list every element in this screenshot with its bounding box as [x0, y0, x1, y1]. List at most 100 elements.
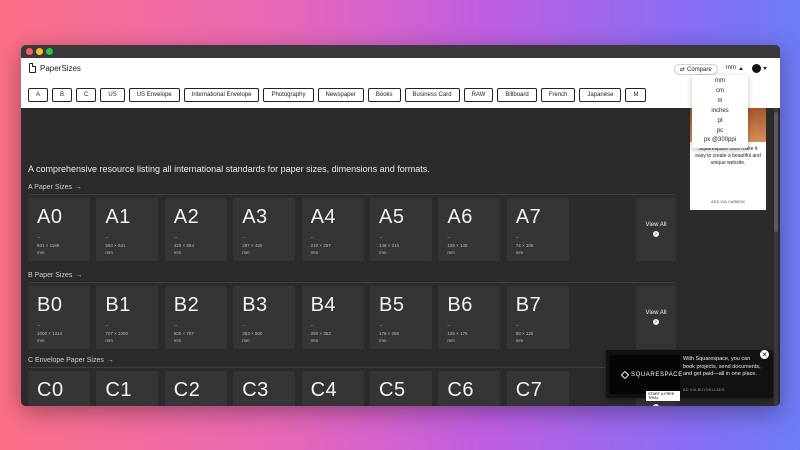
paper-size-card-c6[interactable]: C6--114 × 162mm: [438, 371, 501, 406]
tab-photography[interactable]: Photography: [263, 88, 314, 102]
tab-books[interactable]: Books: [367, 88, 401, 102]
view-all-label: View All: [645, 310, 667, 316]
paper-size-card-a4[interactable]: A4 -- 210 × 297 mm: [301, 198, 364, 261]
paper-size-card-b6[interactable]: B6 -- 125 × 176 mm: [438, 286, 501, 349]
tab-raw[interactable]: RAW: [463, 88, 494, 102]
card-dimensions: 250 × 353 mm: [311, 330, 331, 344]
section-divider: [28, 282, 676, 283]
paper-size-card-b1[interactable]: B1 -- 707 × 1000 mm: [96, 286, 159, 349]
tab-c[interactable]: C: [76, 88, 97, 102]
card-dims-value: 500 × 707: [173, 331, 194, 336]
paper-size-card-c0[interactable]: C0--917 × 1297mm: [28, 371, 90, 406]
tab-a[interactable]: A: [28, 88, 49, 102]
unit-option[interactable]: cm: [716, 87, 724, 96]
tab-international-envelope[interactable]: International Envelope: [183, 88, 260, 102]
minimize-window-button[interactable]: [36, 48, 43, 55]
paper-size-card-c1[interactable]: C1--648 × 917mm: [96, 371, 159, 406]
paper-size-card-b3[interactable]: B3 -- 353 × 500 mm: [233, 286, 296, 349]
card-dims-value: 105 × 148: [447, 243, 468, 248]
paper-size-card-c5[interactable]: C5--162 × 229mm: [370, 371, 432, 406]
card-dimensions: 841 × 1189 mm: [37, 242, 59, 256]
paper-size-card-a7[interactable]: A7 -- 74 × 105 mm: [506, 198, 569, 261]
card-dash: --: [447, 323, 451, 329]
section-title[interactable]: A Paper Sizes →: [28, 184, 82, 191]
paper-size-card-b2[interactable]: B2 -- 500 × 707 mm: [164, 286, 227, 349]
tab-us[interactable]: US: [100, 88, 125, 102]
paper-size-card-a2[interactable]: A2 -- 420 × 594 mm: [164, 198, 227, 261]
card-dash: --: [310, 323, 314, 329]
card-dims-value: 841 × 1189: [37, 243, 60, 248]
card-name: A1: [105, 206, 131, 228]
section-title-text: C Envelope Paper Sizes: [28, 357, 104, 364]
card-name: C5: [379, 379, 406, 401]
tab-newspaper[interactable]: Newspaper: [317, 88, 364, 102]
paper-size-card-a1[interactable]: A1 -- 594 × 841 mm: [96, 198, 159, 261]
ad-via-label[interactable]: ADS VIA CARBON: [690, 200, 766, 204]
section-title[interactable]: B Paper Sizes →: [28, 272, 82, 279]
card-name: A7: [515, 206, 542, 228]
unit-option[interactable]: mm: [715, 77, 725, 86]
site-logo[interactable]: PaperSizes: [29, 63, 81, 73]
card-dimensions: 88 × 125 mm: [516, 330, 534, 344]
tab-japanese[interactable]: Japanese: [579, 88, 622, 102]
card-dash: --: [37, 323, 41, 329]
unit-option[interactable]: px @300ppi: [704, 136, 736, 145]
paper-size-card-c4[interactable]: C4--229 × 324mm: [301, 371, 364, 406]
card-dims-value: 250 × 353: [310, 331, 331, 336]
view-all-button[interactable]: View All ›: [636, 286, 676, 349]
paper-size-card-b5[interactable]: B5 -- 176 × 250 mm: [370, 286, 432, 349]
card-name: B7: [515, 294, 542, 316]
ad-text: Squarespace tools make it easy to create…: [695, 146, 761, 166]
tab-m[interactable]: M: [625, 88, 647, 102]
paper-size-card-c7[interactable]: C7--81 × 114mm: [506, 371, 569, 406]
card-dims-unit: mm: [379, 338, 387, 343]
paper-size-card-b4[interactable]: B4 -- 250 × 353 mm: [301, 286, 364, 349]
unit-option[interactable]: pc: [717, 127, 723, 136]
chevron-right-icon: ›: [653, 404, 659, 406]
card-dimensions: 420 × 594 mm: [174, 242, 194, 256]
paper-size-card-a3[interactable]: A3 -- 297 × 420 mm: [233, 198, 296, 261]
card-name: B0: [37, 294, 63, 316]
card-dash: --: [515, 323, 520, 329]
paper-size-card-c2[interactable]: C2--458 × 648mm: [164, 371, 227, 406]
paper-size-card-a6[interactable]: A6 -- 105 × 148 mm: [438, 198, 501, 261]
unit-dropdown-menu: mm cm m inches pt pc px @300ppi: [692, 75, 748, 148]
ad-via-label[interactable]: AD VIA BUYSELLADS: [683, 388, 725, 392]
compare-button[interactable]: ⇄ Compare: [674, 64, 718, 75]
tab-business-card[interactable]: Business Card: [404, 88, 460, 102]
card-dash: --: [37, 235, 41, 241]
scrollbar-thumb[interactable]: [774, 112, 778, 232]
chevron-right-icon: ›: [653, 319, 659, 325]
unit-select[interactable]: mm: [726, 65, 743, 71]
card-dims-unit: mm: [447, 338, 455, 343]
paper-size-card-a5[interactable]: A5 -- 148 × 210 mm: [370, 198, 432, 261]
section-title[interactable]: C Envelope Paper Sizes →: [28, 357, 114, 364]
card-dims-unit: mm: [37, 338, 45, 343]
paper-size-card-a0[interactable]: A0 -- 841 × 1189 mm: [28, 198, 90, 261]
tab-french[interactable]: French: [540, 88, 576, 102]
card-dash: --: [173, 235, 178, 241]
theme-toggle[interactable]: [752, 64, 767, 73]
view-all-button[interactable]: View All ›: [636, 198, 676, 261]
card-dims-unit: mm: [379, 250, 387, 255]
ad-cta[interactable]: START A FREE TRIAL: [646, 391, 680, 401]
card-name: C3: [242, 379, 269, 401]
close-icon[interactable]: ✕: [760, 350, 769, 359]
card-name: B3: [242, 294, 268, 316]
tab-us-envelope[interactable]: US Envelope: [128, 88, 180, 102]
paper-size-card-b0[interactable]: B0 -- 1000 × 1414 mm: [28, 286, 90, 349]
ad-text: With Squarespace, you can book projects,…: [683, 356, 761, 377]
unit-option[interactable]: inches: [711, 107, 728, 116]
card-dims-unit: mm: [37, 250, 45, 255]
paper-size-card-b7[interactable]: B7 -- 88 × 125 mm: [506, 286, 569, 349]
tab-b[interactable]: B: [52, 88, 73, 102]
card-dimensions: 210 × 297 mm: [311, 242, 331, 256]
card-dims-value: 88 × 125: [515, 331, 534, 336]
buysellads-ad[interactable]: SQUARESPACE START A FREE TRIAL With Squa…: [606, 350, 773, 401]
unit-option[interactable]: m: [718, 97, 723, 106]
unit-option[interactable]: pt: [717, 117, 722, 126]
paper-size-card-c3[interactable]: C3--324 × 458mm: [233, 371, 296, 406]
maximize-window-button[interactable]: [46, 48, 53, 55]
tab-billboard[interactable]: Billboard: [497, 88, 537, 102]
close-window-button[interactable]: [26, 48, 33, 55]
